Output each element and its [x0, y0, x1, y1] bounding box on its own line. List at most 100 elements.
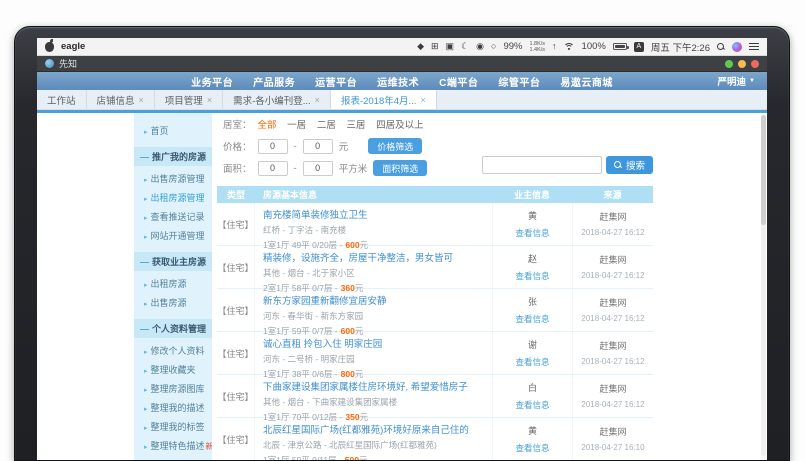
sidebar-group-header[interactable]: — 个人资料管理	[134, 319, 212, 338]
rooms-filter-option[interactable]: 三居	[346, 120, 365, 131]
rooms-filter-option[interactable]: 一居	[287, 120, 306, 131]
sidebar-item[interactable]: ▸ 出租房源	[134, 275, 212, 294]
tab-label: 工作站	[47, 95, 76, 107]
top-nav-item[interactable]: 运维技术	[377, 74, 419, 89]
sidebar-item[interactable]: ▸ 首页	[134, 122, 212, 141]
top-nav-item[interactable]: 运营平台	[315, 74, 357, 89]
view-owner-info-link[interactable]: 查看信息	[493, 399, 572, 411]
tab-close-icon[interactable]: ×	[420, 95, 425, 105]
tab[interactable]: 报表-2018年4月... ×	[330, 90, 437, 109]
price-max-input[interactable]	[302, 138, 333, 154]
sidebar-item[interactable]: ▸ 出售房源	[134, 294, 212, 313]
listing-type: 【住宅】	[217, 375, 255, 417]
col-header-type[interactable]: 类型	[217, 188, 255, 201]
view-owner-info-link[interactable]: 查看信息	[493, 313, 572, 325]
sidebar-item[interactable]: ▸ 整理我的标签	[134, 418, 212, 437]
moon-icon[interactable]: ☾	[461, 42, 469, 51]
battery-icon[interactable]	[612, 43, 629, 50]
triangle-bullet-icon: ▸	[144, 443, 148, 451]
view-owner-info-link[interactable]: 查看信息	[493, 442, 572, 454]
tab[interactable]: 工作站	[37, 90, 87, 109]
tab[interactable]: 项目管理 ×	[155, 90, 224, 109]
page-scrollbar[interactable]	[761, 115, 766, 456]
battery-app-percent[interactable]: 99%	[503, 41, 522, 52]
sidebar-item[interactable]: ▸ 整理我的描述	[134, 399, 212, 418]
search-input[interactable]	[481, 156, 602, 174]
scrollbar-thumb[interactable]	[761, 115, 766, 225]
top-nav-item[interactable]: 易遨云商城	[560, 74, 613, 89]
view-owner-info-link[interactable]: 查看信息	[493, 356, 572, 368]
listing-title-link[interactable]: 南充楼简单装修独立卫生	[263, 207, 492, 221]
area-min-input[interactable]	[257, 160, 288, 176]
tab[interactable]: 店铺信息 ×	[87, 90, 155, 109]
eye-icon[interactable]: ◉	[476, 42, 484, 51]
apple-menu-icon[interactable]	[45, 38, 54, 52]
active-app-name[interactable]: eagle	[61, 41, 85, 52]
sidebar-item-label: 修改个人资料	[150, 345, 205, 356]
upload-arrow-icon[interactable]: ↑	[552, 42, 557, 51]
sidebar-item[interactable]: ▸ 修改个人资料	[134, 342, 212, 361]
triangle-bullet-icon: ▸	[144, 386, 148, 394]
tab-close-icon[interactable]: ×	[315, 95, 320, 105]
sidebar-item[interactable]: ▸ 出租房源管理	[134, 189, 212, 208]
listing-title-link[interactable]: 北辰红星国际广场(红都雅苑)环境好原来自己住的	[263, 422, 492, 436]
price-min-input[interactable]	[257, 138, 288, 154]
listing-timestamp: 2018-04-27 16:12	[581, 228, 645, 237]
window-icon[interactable]: ▣	[446, 42, 455, 51]
area-filter-button[interactable]: 面积筛选	[373, 160, 428, 176]
droplet-icon[interactable]: ◆	[417, 42, 424, 51]
col-header-info[interactable]: 房源基本信息	[255, 188, 492, 201]
rooms-filter-option[interactable]: 四居及以上	[376, 120, 424, 131]
siri-icon[interactable]	[732, 41, 742, 52]
listing-source: 赶集网	[599, 255, 627, 265]
sidebar-item-label: 出售房源管理	[150, 173, 205, 184]
sidebar-item[interactable]: ▸ 网站开通管理	[134, 227, 212, 246]
tab[interactable]: 需求-各小编刊登... ×	[223, 90, 331, 109]
sidebar-group-header[interactable]: — 获取业主房源	[134, 252, 212, 271]
listing-title-link[interactable]: 下曲家建设集团家属楼住房环境好, 希望爱惜房子	[263, 379, 492, 393]
tab-close-icon[interactable]: ×	[207, 95, 212, 105]
listing-title-link[interactable]: 诚心直租 拎包入住 明家庄园	[263, 336, 492, 350]
sidebar-group: ▸ 首页	[134, 122, 212, 141]
notification-center-icon[interactable]	[749, 42, 759, 51]
listing-title-link[interactable]: 新东方家园重新翻修宜居安静	[263, 293, 492, 307]
sidebar-group-header[interactable]: — 推广我的房源	[134, 147, 212, 166]
sidebar-item[interactable]: ▸ 整理房源图库	[134, 380, 212, 399]
minimize-window-button[interactable]	[738, 59, 746, 68]
view-owner-info-link[interactable]: 查看信息	[493, 270, 572, 282]
spotlight-search-icon[interactable]	[717, 42, 725, 51]
listing-source: 赶集网	[599, 427, 627, 437]
top-nav-item[interactable]: 综管平台	[498, 74, 540, 89]
input-method-icon[interactable]: A	[633, 41, 644, 52]
rooms-filter-option[interactable]: 全部	[258, 120, 277, 131]
close-window-button[interactable]	[751, 59, 759, 68]
sidebar-item-label: 整理收藏夹	[150, 364, 196, 375]
network-speed-indicator[interactable]: 1.8K/s 1.4K/s	[529, 41, 545, 53]
sidebar-item[interactable]: ▸ 查看推送记录	[134, 208, 212, 227]
zoom-window-button[interactable]	[725, 59, 733, 68]
sidebar-item[interactable]: ▸ 整理收藏夹	[134, 361, 212, 380]
circle-icon[interactable]: ○	[491, 42, 496, 51]
user-menu[interactable]: 严明迪 ▼	[718, 72, 755, 90]
top-nav-item[interactable]: 业务平台	[191, 74, 233, 89]
top-nav-item[interactable]: C端平台	[439, 74, 478, 89]
top-nav-item[interactable]: 产品服务	[253, 74, 295, 89]
menubar-clock[interactable]: 周五 下午2:26	[651, 40, 710, 54]
sidebar-item[interactable]: ▸ 出售房源管理	[134, 170, 212, 189]
triangle-bullet-icon: ▸	[144, 300, 148, 308]
window-controls	[725, 59, 759, 68]
listing-price: 500	[344, 455, 359, 460]
col-header-source[interactable]: 来源	[572, 188, 653, 201]
sidebar-item[interactable]: ▸ 整理特色描述新	[134, 437, 212, 456]
col-header-owner[interactable]: 业主信息	[492, 188, 572, 201]
tab-close-icon[interactable]: ×	[139, 95, 144, 105]
rooms-filter-option[interactable]: 二居	[317, 120, 336, 131]
search-button[interactable]: 搜索	[605, 156, 653, 174]
listing-title-link[interactable]: 精装修，设施齐全，房屋干净整洁，男女皆可	[263, 250, 492, 264]
view-owner-info-link[interactable]: 查看信息	[493, 227, 572, 239]
cloud-sync-icon[interactable]: ⊞	[431, 42, 439, 51]
price-filter-button[interactable]: 价格筛选	[368, 138, 423, 154]
area-max-input[interactable]	[302, 160, 333, 176]
listing-source: 赶集网	[599, 212, 627, 222]
wifi-icon[interactable]	[563, 42, 575, 51]
